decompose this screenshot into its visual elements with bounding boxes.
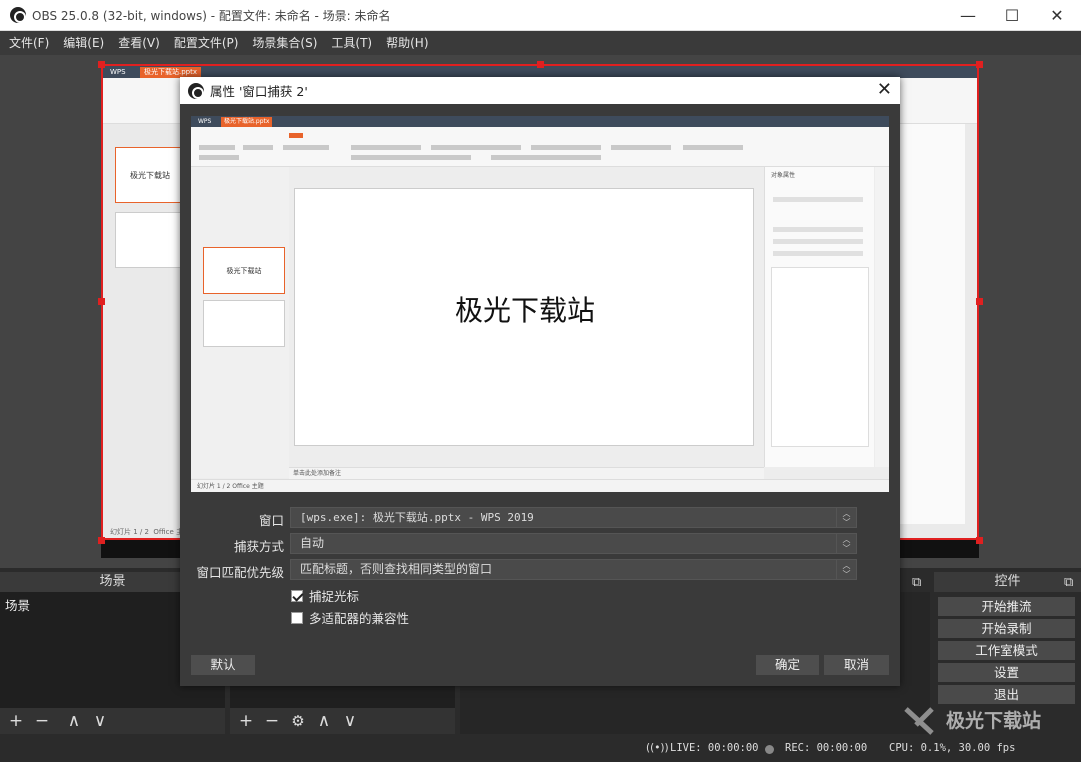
start-streaming-button[interactable]: 开始推流 [938,597,1075,616]
scenes-title-text: 场景 [99,574,126,589]
preview-slide: 极光下载站 [294,188,754,446]
preview-notes-bar: 单击此处添加备注 [289,467,764,479]
window-match-label: 窗口匹配优先级 [196,565,284,580]
preview-wps-statusbar: 幻灯片 1 / 2 Office 主题 [191,479,889,492]
menu-file[interactable]: 文件(F) [4,31,54,55]
preview-wps-tab-home: WPS [198,118,212,125]
minimize-icon: — [960,6,976,25]
chevron-updown-icon: ︿ ﹀ [836,560,856,579]
preview-wps-slide-panel: 极光下载站 [191,167,289,478]
capture-method-value: 自动 [300,536,325,550]
ok-button[interactable]: 确定 [756,655,819,675]
sources-footer: + − ⚙ ∧ ∨ [230,708,455,734]
preview-thumb-1: 极光下载站 [203,247,285,294]
preview-wps-toolcolumn [875,167,889,467]
controls-float-icon[interactable]: ⧉ [1064,575,1073,590]
resize-handle-br[interactable] [976,537,983,544]
watermark-logo: 极光下载站 [904,707,1041,735]
close-window-button[interactable]: ✕ [1034,0,1080,31]
preview-wps-tab-doc: 极光下载站.pptx [221,117,273,127]
capture-cursor-checkbox[interactable]: 捕捉光标 [291,586,359,605]
properties-dialog: 属性 '窗口捕获 2' ✕ WPS 极光下载站.pptx 极光下载站 极光下载站 [180,77,900,686]
obs-logo-icon [10,7,26,23]
live-timer: LIVE: 00:00:00 [670,742,759,754]
controls-dock-title: 控件 [934,572,1081,592]
maximize-icon: ☐ [1004,6,1020,25]
resize-handle-r[interactable] [976,298,983,305]
menu-bar: 文件(F) 编辑(E) 查看(V) 配置文件(P) 场景集合(S) 工具(T) … [0,31,1081,55]
menu-scene-collection[interactable]: 场景集合(S) [247,31,322,55]
window-select-value: [wps.exe]: 极光下载站.pptx - WPS 2019 [300,511,534,524]
window-select[interactable]: [wps.exe]: 极光下载站.pptx - WPS 2019 ︿ ﹀ [290,507,857,528]
remove-source-icon[interactable]: − [259,711,285,731]
move-source-down-icon[interactable]: ∨ [337,711,363,731]
add-source-icon[interactable]: + [233,711,259,731]
menu-profile[interactable]: 配置文件(P) [169,31,244,55]
resize-handle-t[interactable] [537,61,544,68]
resize-handle-tl[interactable] [98,61,105,68]
dialog-close-icon[interactable]: ✕ [877,79,892,100]
window-match-select[interactable]: 匹配标题，否则查找相同类型的窗口 ︿ ﹀ [290,559,857,580]
menu-view[interactable]: 查看(V) [113,31,165,55]
checkbox-checked-icon [291,589,303,602]
capture-method-label: 捕获方式 [233,539,284,554]
preview-wps-pane: 对象属性 [764,167,874,467]
multi-adapter-checkbox[interactable]: 多适配器的兼容性 [291,608,409,627]
capture-preview: WPS 极光下载站.pptx 极光下载站 极光下载站 对象属性 单击此处添加备注… [191,116,889,492]
resize-handle-tr[interactable] [976,61,983,68]
rec-indicator-icon [765,745,774,754]
window-title: OBS 25.0.8 (32-bit, windows) - 配置文件: 未命名… [32,8,391,23]
checkbox-unchecked-icon [291,611,303,624]
preview-slide-title: 极光下载站 [454,294,595,327]
preview-pane-title: 对象属性 [771,172,796,179]
start-recording-button[interactable]: 开始录制 [938,619,1075,638]
window-label: 窗口 [258,513,284,528]
maximize-button[interactable]: ☐ [989,0,1035,31]
chevron-updown-icon: ︿ ﹀ [836,508,856,527]
preview-thumb-2 [203,300,285,347]
resize-handle-bl[interactable] [98,537,105,544]
window-match-value: 匹配标题，否则查找相同类型的窗口 [300,562,493,576]
minimize-button[interactable]: — [945,0,991,31]
add-scene-icon[interactable]: + [3,711,29,731]
exit-button[interactable]: 退出 [938,685,1075,704]
settings-button[interactable]: 设置 [938,663,1075,682]
move-scene-up-icon[interactable]: ∧ [61,711,87,731]
preview-wps-ribbon [191,127,889,167]
resize-handle-l[interactable] [98,298,105,305]
move-source-up-icon[interactable]: ∧ [311,711,337,731]
close-icon: ✕ [1050,6,1064,25]
mixer-float-icon[interactable]: ⧉ [912,575,921,590]
capture-method-select[interactable]: 自动 ︿ ﹀ [290,533,857,554]
studio-mode-button[interactable]: 工作室模式 [938,641,1075,660]
remove-scene-icon[interactable]: − [29,711,55,731]
preview-thumb-text: 极光下载站 [226,267,262,275]
dialog-title: 属性 '窗口捕获 2' [210,84,308,99]
preview-wps-titlebar [191,116,889,127]
obs-logo-icon [188,82,204,99]
dialog-titlebar: 属性 '窗口捕获 2' ✕ [180,77,900,104]
window-titlebar: OBS 25.0.8 (32-bit, windows) - 配置文件: 未命名… [0,0,1081,31]
move-scene-down-icon[interactable]: ∨ [87,711,113,731]
menu-edit[interactable]: 编辑(E) [58,31,109,55]
chevron-updown-icon: ︿ ﹀ [836,534,856,553]
menu-help[interactable]: 帮助(H) [381,31,433,55]
multi-adapter-label: 多适配器的兼容性 [309,611,410,626]
cancel-button[interactable]: 取消 [824,655,889,675]
defaults-button[interactable]: 默认 [191,655,255,675]
rec-timer: REC: 00:00:00 [785,742,868,754]
source-properties-icon[interactable]: ⚙ [285,712,311,730]
menu-tools[interactable]: 工具(T) [326,31,377,55]
controls-title-text: 控件 [994,574,1021,589]
capture-cursor-label: 捕捉光标 [309,589,360,604]
cpu-fps: CPU: 0.1%, 30.00 fps [889,742,1016,754]
svg-text:极光下载站: 极光下载站 [946,709,1041,732]
live-status-icon: ((•)) [646,742,669,754]
status-bar: ((•)) LIVE: 00:00:00 REC: 00:00:00 CPU: … [0,736,1081,762]
scenes-footer: + − ∧ ∨ [0,708,225,734]
